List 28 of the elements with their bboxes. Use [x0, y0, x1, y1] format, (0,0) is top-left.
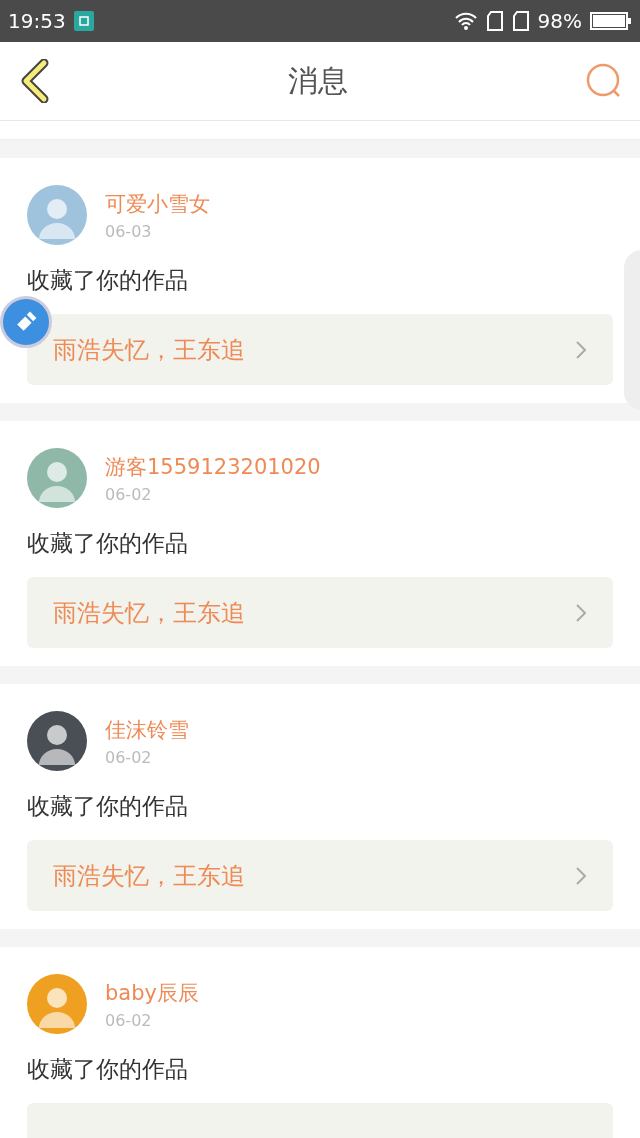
sim-icon — [485, 11, 504, 31]
action-text: 收藏了你的作品 — [27, 529, 189, 558]
screenshot-icon — [73, 11, 94, 31]
chevron-right-icon — [575, 865, 587, 886]
work-link[interactable]: 雨浩失忆，王东追 — [27, 577, 613, 648]
chevron-right-icon — [575, 602, 587, 623]
sim-icon — [511, 11, 530, 31]
action-text: 收藏了你的作品 — [27, 792, 189, 821]
message-date: 06-02 — [105, 1010, 153, 1030]
user-name[interactable]: baby辰辰 — [105, 978, 199, 1007]
wifi-icon — [453, 11, 478, 31]
message-date: 06-02 — [105, 484, 153, 504]
action-text: 收藏了你的作品 — [27, 266, 189, 295]
status-time: 19:53 — [8, 9, 66, 33]
message-date: 06-03 — [105, 221, 153, 241]
user-name[interactable]: 游客1559123201020 — [105, 452, 321, 481]
user-name[interactable]: 佳沫铃雪 — [105, 715, 189, 744]
action-text: 收藏了你的作品 — [27, 1055, 189, 1084]
user-name[interactable]: 可爱小雪女 — [105, 189, 210, 218]
search-button[interactable] — [586, 63, 622, 99]
page-title: 消息 — [288, 61, 348, 100]
work-link[interactable]: 雨浩失忆，王东追 — [27, 314, 613, 385]
brush-icon — [14, 310, 38, 334]
battery-percent: 98% — [537, 9, 582, 33]
work-link[interactable]: 雨浩失忆，王东追 — [27, 840, 613, 911]
chevron-right-icon — [575, 339, 587, 360]
message-date: 06-02 — [105, 747, 153, 767]
battery-icon — [590, 11, 632, 31]
